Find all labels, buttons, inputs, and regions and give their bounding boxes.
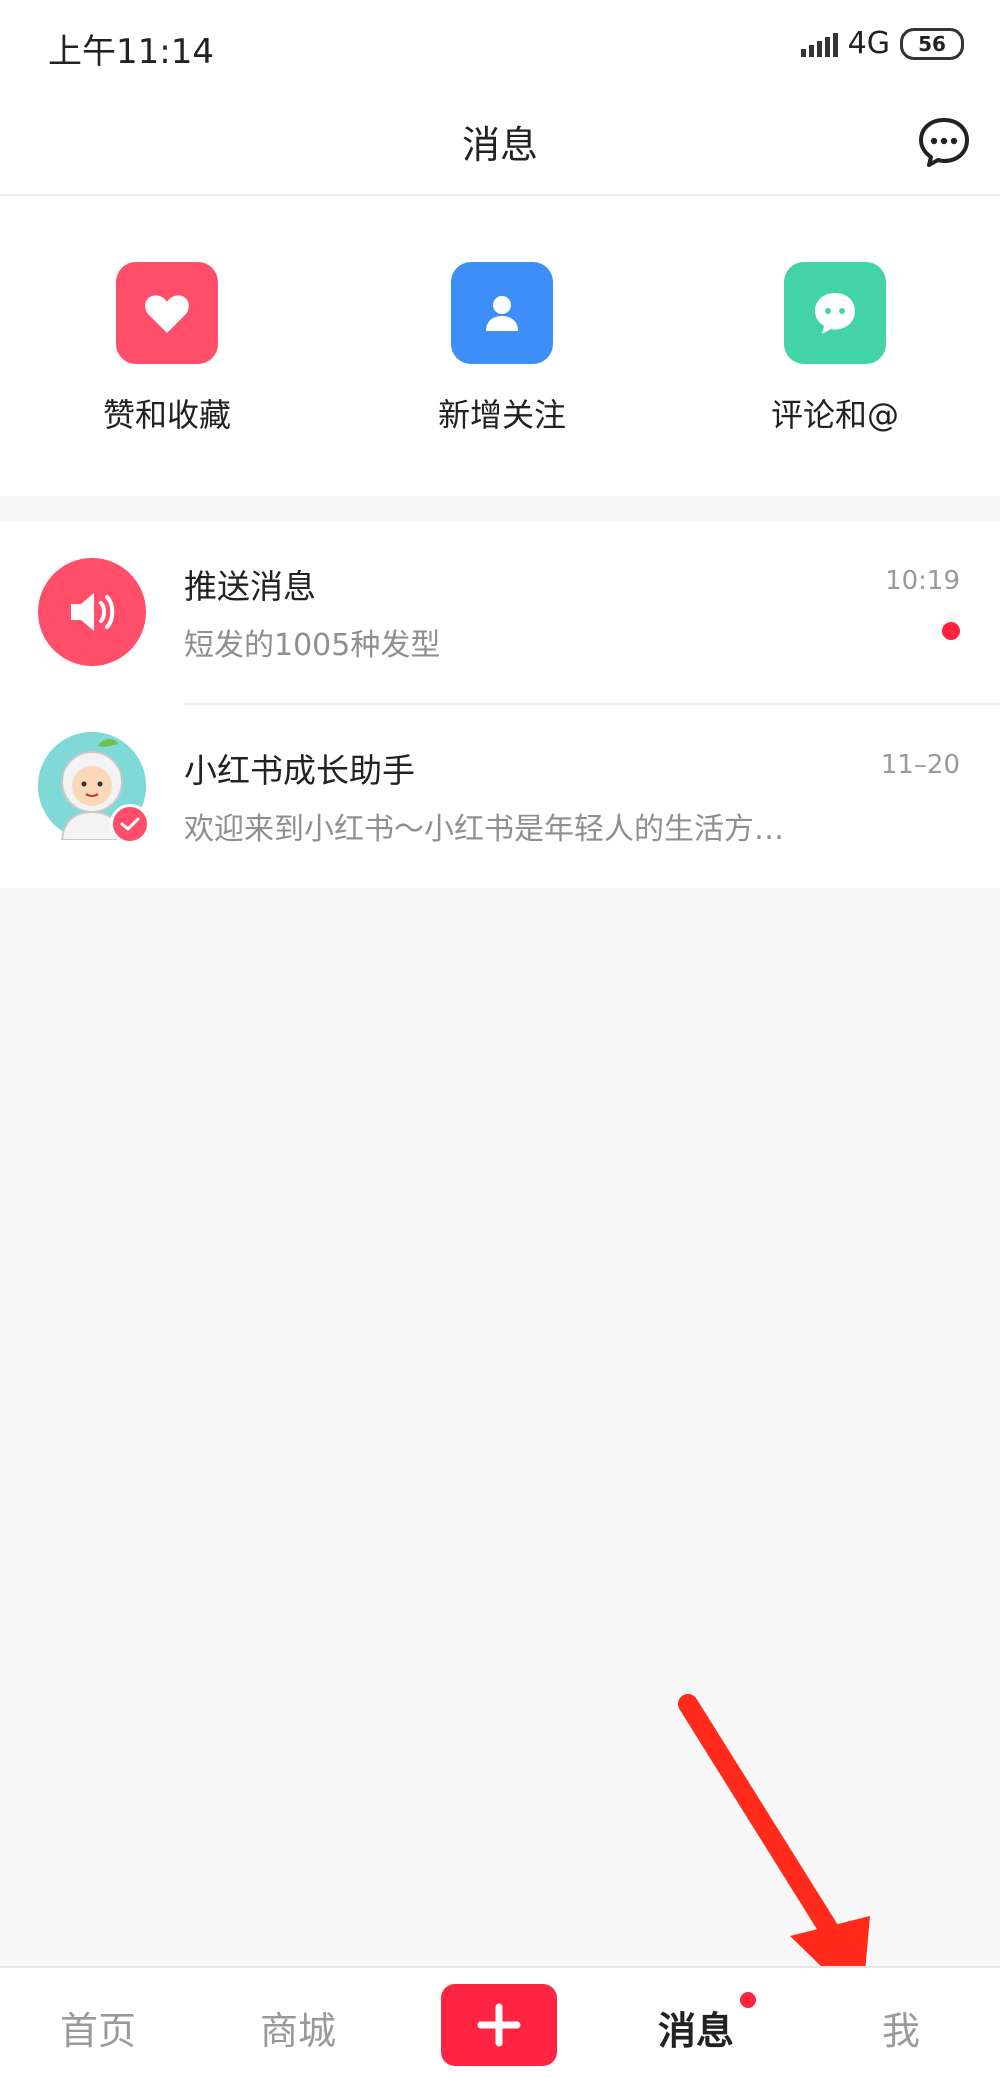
quick-action-label: 新增关注 xyxy=(437,396,566,434)
speaker-icon xyxy=(38,558,146,666)
verified-badge-icon xyxy=(110,804,150,844)
message-title: 小红书成长助手 xyxy=(184,751,415,790)
message-time: 11–20 xyxy=(880,750,960,780)
tab-mall[interactable]: 商城 xyxy=(260,2000,336,2055)
battery-icon: 56 xyxy=(900,27,964,60)
status-bar: 上午11:14 4G 56 xyxy=(0,0,1000,92)
bottom-tab-bar: 首页 商城 消息 我 xyxy=(0,1966,1000,2083)
quick-actions: 赞和收藏 新增关注 评论和@ xyxy=(0,196,1000,496)
unread-dot xyxy=(740,1992,756,2008)
comments-and-mentions-button[interactable]: 评论和@ xyxy=(725,262,945,436)
status-indicators: 4G 56 xyxy=(800,26,964,61)
chat-icon[interactable] xyxy=(916,114,972,170)
network-type: 4G xyxy=(847,26,890,61)
tab-me[interactable]: 我 xyxy=(882,2000,920,2055)
list-item-push-messages[interactable]: 推送消息 短发的1005种发型 10:19 xyxy=(0,522,1000,705)
plus-icon xyxy=(477,2003,521,2047)
tab-home[interactable]: 首页 xyxy=(60,2000,136,2055)
message-preview: 短发的1005种发型 xyxy=(184,628,441,663)
publish-button[interactable] xyxy=(441,1984,557,2066)
page-header: 消息 xyxy=(0,92,1000,196)
new-followers-button[interactable]: 新增关注 xyxy=(392,262,612,436)
signal-icon xyxy=(800,31,838,57)
divider xyxy=(184,703,1000,705)
quick-action-label: 评论和@ xyxy=(770,396,899,434)
message-title: 推送消息 xyxy=(184,567,316,606)
quick-action-label: 赞和收藏 xyxy=(102,396,231,434)
status-time: 上午11:14 xyxy=(48,32,214,72)
message-time: 10:19 xyxy=(885,566,960,596)
tab-messages[interactable]: 消息 xyxy=(658,2000,734,2055)
battery-level: 56 xyxy=(918,31,946,56)
message-list: 推送消息 短发的1005种发型 10:19 小红书成长助手 欢迎来到小红书～小红… xyxy=(0,522,1000,888)
message-preview: 欢迎来到小红书～小红书是年轻人的生活方… xyxy=(184,812,784,847)
heart-icon xyxy=(116,262,218,364)
list-item-growth-assistant[interactable]: 小红书成长助手 欢迎来到小红书～小红书是年轻人的生活方… 11–20 xyxy=(0,706,1000,888)
comment-icon xyxy=(784,262,886,364)
unread-dot xyxy=(942,622,960,640)
page-title: 消息 xyxy=(461,123,538,167)
astronaut-avatar xyxy=(38,732,150,844)
likes-and-favorites-button[interactable]: 赞和收藏 xyxy=(57,262,277,436)
person-icon xyxy=(451,262,553,364)
